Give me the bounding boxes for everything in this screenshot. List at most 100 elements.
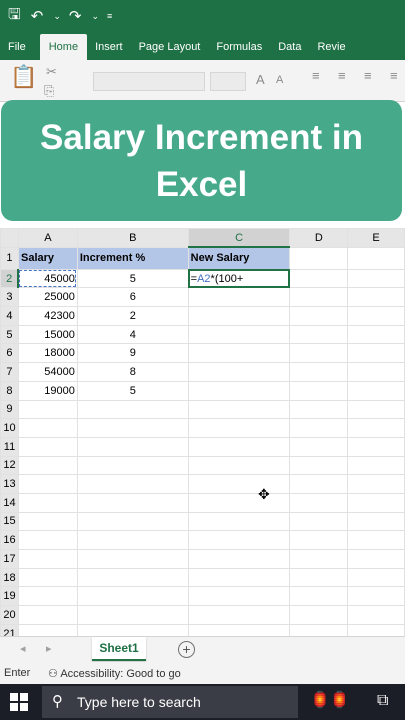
copy-icon[interactable]: ⎘ bbox=[44, 83, 54, 99]
row-header[interactable]: 19 bbox=[0, 586, 19, 607]
cell[interactable] bbox=[17, 567, 78, 588]
cell-c2-editing[interactable]: =A2*(100+ bbox=[187, 268, 291, 289]
cell[interactable] bbox=[187, 306, 291, 326]
cell-a1[interactable]: Salary bbox=[17, 246, 78, 270]
cell[interactable] bbox=[17, 623, 78, 636]
cell-a5[interactable]: 15000 bbox=[17, 324, 78, 345]
cell[interactable] bbox=[289, 549, 349, 569]
cell[interactable] bbox=[76, 530, 189, 550]
cell[interactable] bbox=[187, 492, 291, 513]
cell[interactable] bbox=[347, 567, 405, 588]
cell[interactable] bbox=[347, 418, 405, 438]
cell[interactable] bbox=[76, 549, 189, 569]
cell-a2[interactable]: 45000 bbox=[17, 268, 78, 289]
tab-page-layout[interactable]: Page Layout bbox=[131, 34, 209, 60]
cell[interactable] bbox=[76, 511, 189, 532]
customize-qat-icon[interactable]: ≡ bbox=[107, 11, 112, 21]
worksheet-grid[interactable]: A B C D E 1 Salary Increment % New Salar… bbox=[0, 228, 405, 636]
cell[interactable] bbox=[289, 246, 349, 270]
cell[interactable] bbox=[347, 436, 405, 457]
font-size-box[interactable] bbox=[210, 72, 246, 91]
cell[interactable] bbox=[289, 268, 349, 289]
cell-b1[interactable]: Increment % bbox=[76, 246, 189, 270]
cell[interactable] bbox=[347, 474, 405, 494]
cell[interactable] bbox=[289, 567, 349, 588]
windows-start-icon[interactable] bbox=[10, 693, 28, 711]
paste-icon[interactable]: 📋 bbox=[10, 64, 37, 90]
row-header[interactable]: 14 bbox=[0, 492, 19, 513]
row-header[interactable]: 21 bbox=[0, 623, 19, 636]
row-header[interactable]: 18 bbox=[0, 567, 19, 588]
row-header[interactable]: 11 bbox=[0, 436, 19, 457]
row-header[interactable]: 10 bbox=[0, 418, 19, 438]
cell[interactable] bbox=[289, 306, 349, 326]
wrap-text-icon[interactable]: ≡ bbox=[390, 68, 398, 83]
cell[interactable] bbox=[187, 623, 291, 636]
tab-formulas[interactable]: Formulas bbox=[208, 34, 270, 60]
cell[interactable] bbox=[17, 605, 78, 625]
cell-b3[interactable]: 6 bbox=[76, 287, 189, 308]
undo-dropdown-icon[interactable]: ⌄ bbox=[53, 11, 61, 22]
cell[interactable] bbox=[187, 343, 291, 364]
cell[interactable] bbox=[347, 455, 405, 476]
font-name-box[interactable] bbox=[93, 72, 205, 91]
cell[interactable] bbox=[187, 287, 291, 308]
tab-file[interactable]: File bbox=[0, 34, 34, 60]
align-top-icon[interactable]: ≡ bbox=[312, 68, 320, 83]
select-all-corner[interactable] bbox=[0, 228, 19, 248]
row-header[interactable]: 7 bbox=[0, 362, 19, 382]
cell[interactable] bbox=[347, 399, 405, 420]
row-header[interactable]: 8 bbox=[0, 380, 19, 401]
cell[interactable] bbox=[17, 492, 78, 513]
cell[interactable] bbox=[289, 399, 349, 420]
cell[interactable] bbox=[76, 399, 189, 420]
accessibility-status[interactable]: ⚇ Accessibility: Good to go bbox=[48, 667, 181, 680]
decrease-font-icon[interactable]: A bbox=[276, 74, 283, 86]
cell[interactable] bbox=[76, 623, 189, 636]
cell[interactable] bbox=[289, 287, 349, 308]
cell[interactable] bbox=[347, 492, 405, 513]
sheet-next-icon[interactable]: ▸ bbox=[46, 642, 52, 655]
row-header[interactable]: 4 bbox=[0, 306, 19, 326]
cell[interactable] bbox=[187, 436, 291, 457]
add-sheet-icon[interactable]: + bbox=[178, 641, 195, 658]
row-header[interactable]: 5 bbox=[0, 324, 19, 345]
cell-a8[interactable]: 19000 bbox=[17, 380, 78, 401]
cell[interactable] bbox=[347, 324, 405, 345]
cell[interactable] bbox=[289, 418, 349, 438]
cell[interactable] bbox=[347, 306, 405, 326]
cell[interactable] bbox=[289, 530, 349, 550]
cell[interactable] bbox=[347, 605, 405, 625]
row-header[interactable]: 6 bbox=[0, 343, 19, 364]
cell[interactable] bbox=[347, 268, 405, 289]
cell[interactable] bbox=[187, 530, 291, 550]
sheet-prev-icon[interactable]: ◂ bbox=[20, 642, 26, 655]
cell-b8[interactable]: 5 bbox=[76, 380, 189, 401]
column-header-a[interactable]: A bbox=[17, 228, 78, 248]
cell[interactable] bbox=[17, 455, 78, 476]
row-header[interactable]: 9 bbox=[0, 399, 19, 420]
cell[interactable] bbox=[347, 362, 405, 382]
cell[interactable] bbox=[347, 549, 405, 569]
align-bottom-icon[interactable]: ≡ bbox=[364, 68, 372, 83]
redo-icon[interactable]: ↷ bbox=[69, 7, 82, 25]
cell[interactable] bbox=[76, 418, 189, 438]
cell-c1[interactable]: New Salary bbox=[187, 246, 291, 270]
cell[interactable] bbox=[187, 567, 291, 588]
cell-b6[interactable]: 9 bbox=[76, 343, 189, 364]
cell[interactable] bbox=[347, 343, 405, 364]
cell[interactable] bbox=[187, 418, 291, 438]
cell-a4[interactable]: 42300 bbox=[17, 306, 78, 326]
cell[interactable] bbox=[289, 380, 349, 401]
cell[interactable] bbox=[289, 343, 349, 364]
cell[interactable] bbox=[347, 530, 405, 550]
cell[interactable] bbox=[187, 605, 291, 625]
cell[interactable] bbox=[187, 380, 291, 401]
lantern-widget-icon[interactable]: 🏮🏮 bbox=[310, 690, 350, 710]
cell-b2[interactable]: 5 bbox=[76, 268, 189, 289]
cell-a7[interactable]: 54000 bbox=[17, 362, 78, 382]
cell[interactable] bbox=[347, 511, 405, 532]
cell[interactable] bbox=[289, 623, 349, 636]
cell[interactable] bbox=[187, 362, 291, 382]
column-header-c[interactable]: C bbox=[187, 228, 291, 249]
